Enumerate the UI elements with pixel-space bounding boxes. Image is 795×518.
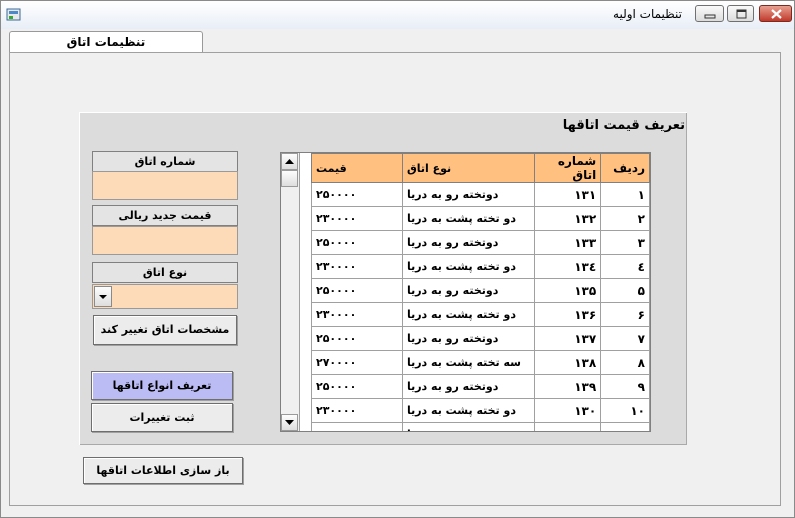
- arrow-up-icon: [285, 159, 294, 164]
- save-changes-button[interactable]: ثبت تغییرات: [91, 403, 233, 432]
- row-index-cell[interactable]: ۹: [600, 374, 650, 399]
- room-number-cell[interactable]: ۱۳۷: [533, 326, 602, 351]
- column-header-row[interactable]: ردیف: [600, 153, 650, 183]
- table-row[interactable]: ۳ ۱۳۳ دوتخته رو به دریا ۲۵۰۰۰۰: [311, 230, 650, 255]
- new-price-label: قیمت جدید ریالی: [92, 205, 238, 226]
- row-index-cell[interactable]: ۲: [600, 206, 650, 231]
- title-bar: تنظیمات اولیه: [1, 1, 794, 29]
- room-type-cell[interactable]: دو تخته پشت به دریا: [401, 302, 535, 327]
- room-type-cell[interactable]: دوتخته رو به دریا: [401, 374, 535, 399]
- room-type-cell[interactable]: دوتخته رو به دریا: [401, 278, 535, 303]
- row-index-cell[interactable]: ۶: [600, 302, 650, 327]
- dropdown-button[interactable]: [94, 286, 112, 307]
- grid-header-row: ردیف شماره اتاق نوع اتاق قیمت: [311, 153, 650, 183]
- row-index-cell[interactable]: ۱۰: [600, 398, 650, 423]
- table-row[interactable]: ۱ ۱۳۱ دوتخته رو به دریا ۲۵۰۰۰۰: [311, 182, 650, 207]
- room-number-field[interactable]: [92, 171, 238, 200]
- new-price-field[interactable]: [92, 226, 238, 255]
- scroll-down-button[interactable]: [281, 414, 298, 431]
- table-row[interactable]: ۶ ۱۳۶ دو تخته پشت به دریا ۲۳۰۰۰۰: [311, 302, 650, 327]
- price-cell[interactable]: ۲۵۰۰۰۰: [311, 374, 403, 399]
- room-type-cell[interactable]: دو تخته پشت به دریا: [401, 206, 535, 231]
- arrow-down-icon: [285, 420, 294, 425]
- room-number-cell[interactable]: ۱۳۶: [533, 302, 602, 327]
- rebuild-rooms-button[interactable]: باز سازی اطلاعات اتاقها: [83, 457, 243, 484]
- table-row[interactable]: ۱۰ ۱۳۰ دو تخته پشت به دریا ۲۳۰۰۰۰: [311, 398, 650, 423]
- room-type-cell[interactable]: دوتخته رو به دریا: [401, 422, 535, 431]
- change-room-button[interactable]: مشخصات اتاق تغییر کند: [93, 315, 237, 345]
- room-type-cell[interactable]: دو تخته پشت به دریا: [401, 398, 535, 423]
- price-cell[interactable]: ۲۳۰۰۰۰: [311, 254, 403, 279]
- room-type-select[interactable]: [92, 284, 238, 309]
- scroll-up-button[interactable]: [281, 153, 298, 170]
- table-row[interactable]: ۵ ۱۳۵ دوتخته رو به دریا ۲۵۰۰۰۰: [311, 278, 650, 303]
- tab-strip: تنظیمات اتاق: [9, 31, 784, 53]
- price-cell[interactable]: ۲۵۰۰۰۰: [311, 230, 403, 255]
- column-header-room-type[interactable]: نوع اتاق: [401, 153, 535, 183]
- minimize-button[interactable]: [695, 5, 724, 22]
- room-number-cell[interactable]: ۱۳۸: [533, 350, 602, 375]
- column-header-room-number[interactable]: شماره اتاق: [533, 153, 602, 183]
- room-type-cell[interactable]: دوتخته رو به دریا: [401, 230, 535, 255]
- room-price-grid[interactable]: ردیف شماره اتاق نوع اتاق قیمت ۱ ۱۳۱ دوتخته…: [280, 152, 651, 432]
- price-cell[interactable]: ۲۵۰۰۰۰: [311, 278, 403, 303]
- room-type-cell[interactable]: دوتخته رو به دریا: [401, 326, 535, 351]
- row-index-cell[interactable]: ۳: [600, 230, 650, 255]
- frame-title: تعریف قیمت اتاقها: [562, 118, 685, 133]
- price-cell[interactable]: ۲۵۰۰۰۰: [311, 422, 403, 431]
- define-room-types-button[interactable]: تعریف انواع اتاقها: [91, 371, 233, 400]
- maximize-button[interactable]: [727, 5, 754, 22]
- app-icon: [6, 7, 22, 21]
- room-type-cell[interactable]: سه تخته پشت به دریا: [401, 350, 535, 375]
- table-row[interactable]: ۹ ۱۳۹ دوتخته رو به دریا ۲۵۰۰۰۰: [311, 374, 650, 399]
- price-cell[interactable]: ۲۳۰۰۰۰: [311, 206, 403, 231]
- row-index-cell[interactable]: ۱۱: [600, 422, 650, 431]
- table-row[interactable]: ۸ ۱۳۸ سه تخته پشت به دریا ۲۷۰۰۰۰: [311, 350, 650, 375]
- price-cell[interactable]: ۲۳۰۰۰۰: [311, 302, 403, 327]
- room-type-cell[interactable]: دو تخته پشت به دریا: [401, 254, 535, 279]
- price-cell[interactable]: ۲۵۰۰۰۰: [311, 182, 403, 207]
- room-type-label: نوع اتاق: [92, 262, 238, 283]
- scroll-thumb[interactable]: [281, 170, 298, 187]
- chevron-down-icon: [99, 295, 107, 299]
- vertical-scrollbar[interactable]: [281, 153, 300, 431]
- room-number-cell[interactable]: ۱۳۳: [533, 230, 602, 255]
- row-index-cell[interactable]: ٤: [600, 254, 650, 279]
- price-cell[interactable]: ۲۷۰۰۰۰: [311, 350, 403, 375]
- room-number-cell[interactable]: ۱۳۹: [533, 374, 602, 399]
- room-number-cell[interactable]: ۱۳۲: [533, 206, 602, 231]
- column-header-price[interactable]: قیمت: [311, 153, 403, 183]
- room-type-cell[interactable]: دوتخته رو به دریا: [401, 182, 535, 207]
- table-row[interactable]: ٤ ۱۳٤ دو تخته پشت به دریا ۲۳۰۰۰۰: [311, 254, 650, 279]
- room-number-cell[interactable]: ۱۳۱: [533, 182, 602, 207]
- row-index-cell[interactable]: ۸: [600, 350, 650, 375]
- table-row[interactable]: ۷ ۱۳۷ دوتخته رو به دریا ۲۵۰۰۰۰: [311, 326, 650, 351]
- room-number-cell[interactable]: ۱۳٤: [533, 254, 602, 279]
- room-number-cell[interactable]: ۱۳۰: [533, 398, 602, 423]
- row-index-cell[interactable]: ۱: [600, 182, 650, 207]
- grid-table: ردیف شماره اتاق نوع اتاق قیمت ۱ ۱۳۱ دوتخته…: [311, 153, 650, 431]
- table-row[interactable]: ۲ ۱۳۲ دو تخته پشت به دریا ۲۳۰۰۰۰: [311, 206, 650, 231]
- close-button[interactable]: [759, 5, 792, 22]
- row-index-cell[interactable]: ۷: [600, 326, 650, 351]
- row-index-cell[interactable]: ۵: [600, 278, 650, 303]
- price-cell[interactable]: ۲۵۰۰۰۰: [311, 326, 403, 351]
- price-cell[interactable]: ۲۳۰۰۰۰: [311, 398, 403, 423]
- table-row[interactable]: ۱۱۱۳۱دوتخته رو به دریا۲۵۰۰۰۰: [311, 422, 650, 431]
- room-number-cell[interactable]: ۱۳۱: [533, 422, 602, 431]
- room-number-cell[interactable]: ۱۳۵: [533, 278, 602, 303]
- room-number-label: شماره اتاق: [92, 151, 238, 172]
- tab-room-settings[interactable]: تنظیمات اتاق: [9, 31, 203, 53]
- window-title: تنظیمات اولیه: [613, 7, 682, 21]
